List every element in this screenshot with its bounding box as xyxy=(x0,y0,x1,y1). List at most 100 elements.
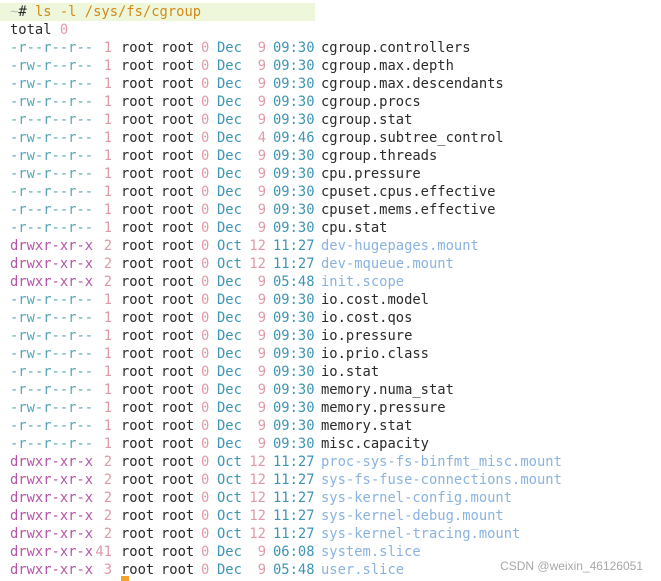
list-item: drwxr-xr-x 2 root root 0 Dec 9 05:48 init.scope xyxy=(0,273,661,291)
entry-owner: root xyxy=(121,400,155,416)
entry-day: 12 xyxy=(249,454,266,470)
entry-time: 09:30 xyxy=(273,292,315,308)
entry-perm: drwxr-xr-x xyxy=(10,490,94,506)
entry-month: Dec xyxy=(217,292,242,308)
entry-size: 0 xyxy=(201,310,210,326)
entry-owner: root xyxy=(121,328,155,344)
entry-group: root xyxy=(161,292,195,308)
entry-group: root xyxy=(161,256,195,272)
entry-size: 0 xyxy=(201,562,210,578)
entry-group: root xyxy=(161,220,195,236)
entry-month: Oct xyxy=(217,508,242,524)
entry-size: 0 xyxy=(201,130,210,146)
entry-size: 0 xyxy=(201,112,210,128)
command-text: ls -l /sys/fs/cgroup xyxy=(34,4,202,20)
entry-name: memory.stat xyxy=(321,418,413,434)
entry-links: 1 xyxy=(103,184,112,200)
entry-time: 09:30 xyxy=(273,202,315,218)
entry-group: root xyxy=(161,472,195,488)
entry-owner: root xyxy=(121,544,155,560)
entry-name: sys-kernel-tracing.mount xyxy=(321,526,521,542)
entry-links: 1 xyxy=(103,364,112,380)
entry-owner: root xyxy=(121,130,155,146)
entry-group: root xyxy=(161,112,195,128)
entry-owner: root xyxy=(121,382,155,398)
entry-group: root xyxy=(161,40,195,56)
entry-name: cgroup.procs xyxy=(321,94,421,110)
entry-day: 9 xyxy=(257,328,266,344)
entry-links: 1 xyxy=(103,40,112,56)
entry-owner: root xyxy=(121,490,155,506)
entry-day: 9 xyxy=(257,40,266,56)
entry-day: 9 xyxy=(257,292,266,308)
entry-name: io.stat xyxy=(321,364,380,380)
entry-size: 0 xyxy=(201,544,210,560)
list-item: -rw-r--r-- 1 root root 0 Dec 9 09:30 cgroup.max.… xyxy=(0,57,661,75)
total-line: total 0 xyxy=(10,21,68,39)
list-item: -rw-r--r-- 1 root root 0 Dec 9 09:30 cgroup.max.… xyxy=(0,75,661,93)
entry-day: 9 xyxy=(257,562,266,578)
entry-links: 2 xyxy=(103,238,112,254)
list-item: -r--r--r-- 1 root root 0 Dec 9 09:30 cpu.stat xyxy=(0,219,661,237)
entry-size: 0 xyxy=(201,382,210,398)
entry-owner: root xyxy=(121,76,155,92)
entry-size: 0 xyxy=(201,184,210,200)
entry-month: Dec xyxy=(217,220,242,236)
entry-month: Dec xyxy=(217,148,242,164)
entry-time: 11:27 xyxy=(273,508,315,524)
entry-day: 9 xyxy=(257,148,266,164)
entry-month: Dec xyxy=(217,544,242,560)
entry-perm: -rw-r--r-- xyxy=(10,148,94,164)
entry-perm: -r--r--r-- xyxy=(10,364,94,380)
entry-links: 2 xyxy=(103,454,112,470)
entry-size: 0 xyxy=(201,274,210,290)
entry-time: 06:08 xyxy=(273,544,315,560)
entry-links: 1 xyxy=(103,166,112,182)
entry-day: 9 xyxy=(257,202,266,218)
entry-perm: drwxr-xr-x xyxy=(10,472,94,488)
entry-name: sys-fs-fuse-connections.mount xyxy=(321,472,562,488)
entry-links: 1 xyxy=(103,130,112,146)
entry-day: 12 xyxy=(249,472,266,488)
entry-time: 05:48 xyxy=(273,274,315,290)
entry-name: cpu.stat xyxy=(321,220,388,236)
entry-month: Dec xyxy=(217,58,242,74)
entry-owner: root xyxy=(121,364,155,380)
entry-size: 0 xyxy=(201,400,210,416)
entry-owner: root xyxy=(121,472,155,488)
entry-size: 0 xyxy=(201,94,210,110)
entry-month: Dec xyxy=(217,346,242,362)
entry-group: root xyxy=(161,418,195,434)
entry-month: Dec xyxy=(217,184,242,200)
entry-time: 09:30 xyxy=(273,364,315,380)
entry-size: 0 xyxy=(201,292,210,308)
entry-links: 1 xyxy=(103,220,112,236)
entry-day: 9 xyxy=(257,184,266,200)
entry-owner: root xyxy=(121,274,155,290)
total-value: 0 xyxy=(59,22,69,38)
list-item: drwxr-xr-x 2 root root 0 Oct 12 11:27 proc-sys-f… xyxy=(0,453,661,471)
entry-owner: root xyxy=(121,508,155,524)
entry-links: 1 xyxy=(103,400,112,416)
entry-perm: -rw-r--r-- xyxy=(10,400,94,416)
entry-month: Oct xyxy=(217,490,242,506)
entry-day: 12 xyxy=(249,256,266,272)
entry-owner: root xyxy=(121,40,155,56)
entry-time: 09:30 xyxy=(273,148,315,164)
terminal-window[interactable]: ~# ls -l /sys/fs/cgroup total 0 -r--r--r… xyxy=(0,0,661,581)
entry-group: root xyxy=(161,58,195,74)
entry-day: 9 xyxy=(257,544,266,560)
entry-perm: -r--r--r-- xyxy=(10,382,94,398)
entry-links: 2 xyxy=(103,472,112,488)
entry-month: Oct xyxy=(217,454,242,470)
entry-perm: drwxr-xr-x xyxy=(10,256,94,272)
entry-owner: root xyxy=(121,94,155,110)
entry-month: Dec xyxy=(217,382,242,398)
entry-links: 1 xyxy=(103,58,112,74)
entry-name: cpu.pressure xyxy=(321,166,421,182)
list-item: -rw-r--r-- 1 root root 0 Dec 9 09:30 io.pressure xyxy=(0,327,661,345)
entry-name: io.cost.qos xyxy=(321,310,413,326)
entry-name: user.slice xyxy=(321,562,405,578)
entry-perm: -r--r--r-- xyxy=(10,184,94,200)
entry-month: Oct xyxy=(217,238,242,254)
